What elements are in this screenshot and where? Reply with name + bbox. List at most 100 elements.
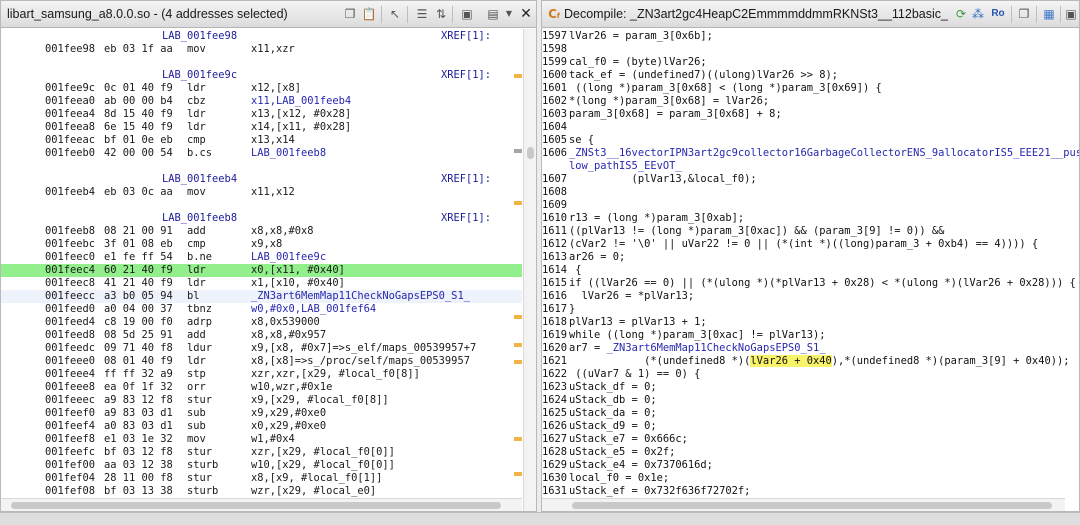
instruction-operands[interactable]: x9,[x8, #0x7]=>s_elf/maps_00539957+7 <box>251 342 476 355</box>
instruction-mnemonic[interactable]: add <box>187 329 206 342</box>
instruction-operands[interactable]: x13,x14 <box>251 134 295 147</box>
diff-icon[interactable]: ⇅ <box>433 6 449 22</box>
code-text[interactable]: while ((long *)param_3[0xac] != plVar13)… <box>569 329 825 342</box>
listing-row[interactable]: LAB_001feeb4 XREF[1]: <box>1 173 522 186</box>
label-name[interactable]: LAB_001fee98 <box>162 30 237 43</box>
cpu-icon[interactable]: ▣ <box>1063 6 1079 22</box>
listing-row[interactable]: 001feeec a9 83 12 f8 stur x9,[x29, #local_f… <box>1 394 522 407</box>
instruction-operands[interactable]: x13,[x12, #0x28] <box>251 108 351 121</box>
instruction-address[interactable]: 001feef0 <box>45 407 95 420</box>
cursor-icon[interactable]: ↖ <box>387 6 403 22</box>
instruction-operands[interactable]: w10,wzr,#0x1e <box>251 381 332 394</box>
copy-icon[interactable]: ❐ <box>1016 6 1032 22</box>
instruction-mnemonic[interactable]: cmp <box>187 134 206 147</box>
instruction-address[interactable]: 001feee8 <box>45 381 95 394</box>
code-text[interactable]: ((plVar13 != (long *)param_3[0xac]) && (… <box>569 225 944 238</box>
listing-row[interactable]: 001feec8 41 21 40 f9 ldr x1,[x10, #0x40] <box>1 277 522 290</box>
instruction-operands[interactable]: x8,[x8]=>s_/proc/self/maps_00539957 <box>251 355 470 368</box>
code-line[interactable]: 1625 uStack_da = 0; <box>542 407 1079 420</box>
instruction-operands[interactable]: x8,x8,#0x957 <box>251 329 326 342</box>
listing-row[interactable]: 001feef0 a9 83 03 d1 sub x9,x29,#0xe0 <box>1 407 522 420</box>
code-text[interactable]: } <box>569 303 575 316</box>
listing-row[interactable]: 001feec4 60 21 40 f9 ldr x0,[x11, #0x40] <box>1 264 522 277</box>
instruction-mnemonic[interactable]: sub <box>187 420 206 433</box>
code-line[interactable]: 1606 _ZNSt3__16vectorIPN3art2gc9collector… <box>542 147 1079 160</box>
instruction-operands[interactable]: x11,LAB_001feeb4 <box>251 95 351 108</box>
instruction-operands[interactable]: x14,[x11, #0x28] <box>251 121 351 134</box>
listing-row[interactable]: 001fef04 28 11 00 f8 stur x8,[x9, #local_f0… <box>1 472 522 485</box>
code-text[interactable]: { <box>569 264 581 277</box>
instruction-address[interactable]: 001feeb8 <box>45 225 95 238</box>
instruction-address[interactable]: 001fee98 <box>45 43 95 56</box>
listing-row[interactable]: 001feed0 a0 04 00 37 tbnz w0,#0x0,LAB_001fe… <box>1 303 522 316</box>
xref-label[interactable]: XREF[1]: <box>441 212 491 225</box>
code-text[interactable]: r13 = (long *)param_3[0xab]; <box>569 212 744 225</box>
instruction-mnemonic[interactable]: sub <box>187 407 206 420</box>
code-text[interactable]: lVar26 = param_3[0x6b]; <box>569 30 713 43</box>
listing-row[interactable]: 001feeb8 08 21 00 91 add x8,x8,#0x8 <box>1 225 522 238</box>
listing-row[interactable]: 001feeb4 eb 03 0c aa mov x11,x12 <box>1 186 522 199</box>
listing-row[interactable]: 001fee9c 0c 01 40 f9 ldr x12,[x8] <box>1 82 522 95</box>
code-text[interactable]: uStack_ef = 0x732f636f72702f; <box>569 485 750 498</box>
code-text[interactable]: ar7 = _ZN3art6MemMap11CheckNoGapsEPS0_S1… <box>569 342 826 355</box>
instruction-mnemonic[interactable]: b.cs <box>187 147 212 160</box>
code-text[interactable]: if ((lVar26 == 0) || (*(ulong *)(*plVar1… <box>569 277 1076 290</box>
code-line[interactable]: 1616 lVar26 = *plVar13; <box>542 290 1079 303</box>
listing-row[interactable]: 001feea8 6e 15 40 f9 ldr x14,[x11, #0x28] <box>1 121 522 134</box>
label-name[interactable]: LAB_001feeb4 <box>162 173 237 186</box>
listing-row[interactable]: 001feeb0 42 00 00 54 b.cs LAB_001feeb8 <box>1 147 522 160</box>
instruction-operands[interactable]: x9,[x29, #local_f0[8]] <box>251 394 389 407</box>
code-text[interactable]: ((uVar7 & 1) == 0) { <box>569 368 700 381</box>
code-text[interactable]: cal_f0 = (byte)lVar26; <box>569 56 707 69</box>
code-line[interactable]: 1599 cal_f0 = (byte)lVar26; <box>542 56 1079 69</box>
instruction-operands[interactable]: x12,[x8] <box>251 82 301 95</box>
instruction-mnemonic[interactable]: mov <box>187 43 206 56</box>
instruction-mnemonic[interactable]: sturb <box>187 459 218 472</box>
code-text[interactable]: param_3[0x68] = param_3[0x68] + 8; <box>569 108 782 121</box>
decompile-code[interactable]: 1597 lVar26 = param_3[0x6b]; 1598 1599 cal_f… <box>542 29 1079 511</box>
instruction-operands[interactable]: x11,xzr <box>251 43 295 56</box>
listing-row[interactable]: 001fef08 bf 03 13 38 sturb wzr,[x29, #local… <box>1 485 522 498</box>
instruction-operands[interactable]: LAB_001fee9c <box>251 251 326 264</box>
instruction-mnemonic[interactable]: ldr <box>187 108 206 121</box>
listing-row[interactable]: 001feee8 ea 0f 1f 32 orr w10,wzr,#0x1e <box>1 381 522 394</box>
instruction-address[interactable]: 001feeac <box>45 134 95 147</box>
instruction-mnemonic[interactable]: add <box>187 225 206 238</box>
instruction-operands[interactable]: x9,x8 <box>251 238 282 251</box>
instruction-mnemonic[interactable]: orr <box>187 381 206 394</box>
code-line[interactable]: 1626 uStack_d9 = 0; <box>542 420 1079 433</box>
code-text[interactable]: (*(undefined8 *)(lVar26 + 0x40),*(undefi… <box>569 355 1069 368</box>
code-text[interactable]: lVar26 = *plVar13; <box>569 290 695 303</box>
instruction-address[interactable]: 001fef08 <box>45 485 95 498</box>
code-line[interactable]: 1611 ((plVar13 != (long *)param_3[0xac]) … <box>542 225 1079 238</box>
instruction-address[interactable]: 001feeb4 <box>45 186 95 199</box>
code-line[interactable]: 1600 tack_ef = (undefined7)((ulong)lVar26… <box>542 69 1079 82</box>
instruction-mnemonic[interactable]: tbnz <box>187 303 212 316</box>
code-line[interactable]: 1622 ((uVar7 & 1) == 0) { <box>542 368 1079 381</box>
code-text[interactable]: uStack_d9 = 0; <box>569 420 657 433</box>
listing-row[interactable]: 001feea0 ab 00 00 b4 cbz x11,LAB_001feeb4 <box>1 95 522 108</box>
export-icon[interactable]: ▦ <box>1041 6 1057 22</box>
code-text[interactable]: ((long *)param_3[0x68] < (long *)param_3… <box>569 82 882 95</box>
code-line[interactable]: 1624 uStack_db = 0; <box>542 394 1079 407</box>
instruction-operands[interactable]: x8,[x9, #local_f0[1]] <box>251 472 382 485</box>
listing-code[interactable]: LAB_001fee98 XREF[1]: 001fee98 eb 03 1f aa m… <box>1 29 536 511</box>
code-line[interactable]: 1628 uStack_e5 = 0x2f; <box>542 446 1079 459</box>
listing-row[interactable]: 001fef00 aa 03 12 38 sturb w10,[x29, #local… <box>1 459 522 472</box>
listing-row[interactable] <box>1 160 522 173</box>
instruction-operands[interactable]: x0,x29,#0xe0 <box>251 420 326 433</box>
listing-row[interactable]: LAB_001fee9c XREF[1]: <box>1 69 522 82</box>
code-text[interactable]: se { <box>569 134 594 147</box>
instruction-mnemonic[interactable]: adrp <box>187 316 212 329</box>
code-line[interactable]: 1597 lVar26 = param_3[0x6b]; <box>542 30 1079 43</box>
code-line[interactable]: 1627 uStack_e7 = 0x666c; <box>542 433 1079 446</box>
instruction-operands[interactable]: LAB_001feeb8 <box>251 147 326 160</box>
instruction-mnemonic[interactable]: ldr <box>187 355 206 368</box>
instruction-address[interactable]: 001feeec <box>45 394 95 407</box>
instruction-address[interactable]: 001feee0 <box>45 355 95 368</box>
instruction-operands[interactable]: x1,[x10, #0x40] <box>251 277 345 290</box>
code-line[interactable]: 1617} <box>542 303 1079 316</box>
code-line[interactable]: 1612 (cVar2 != '\0' || uVar22 != 0 || (*(… <box>542 238 1079 251</box>
instruction-address[interactable]: 001fee9c <box>45 82 95 95</box>
instruction-operands[interactable]: xzr,[x29, #local_f0[0]] <box>251 446 395 459</box>
